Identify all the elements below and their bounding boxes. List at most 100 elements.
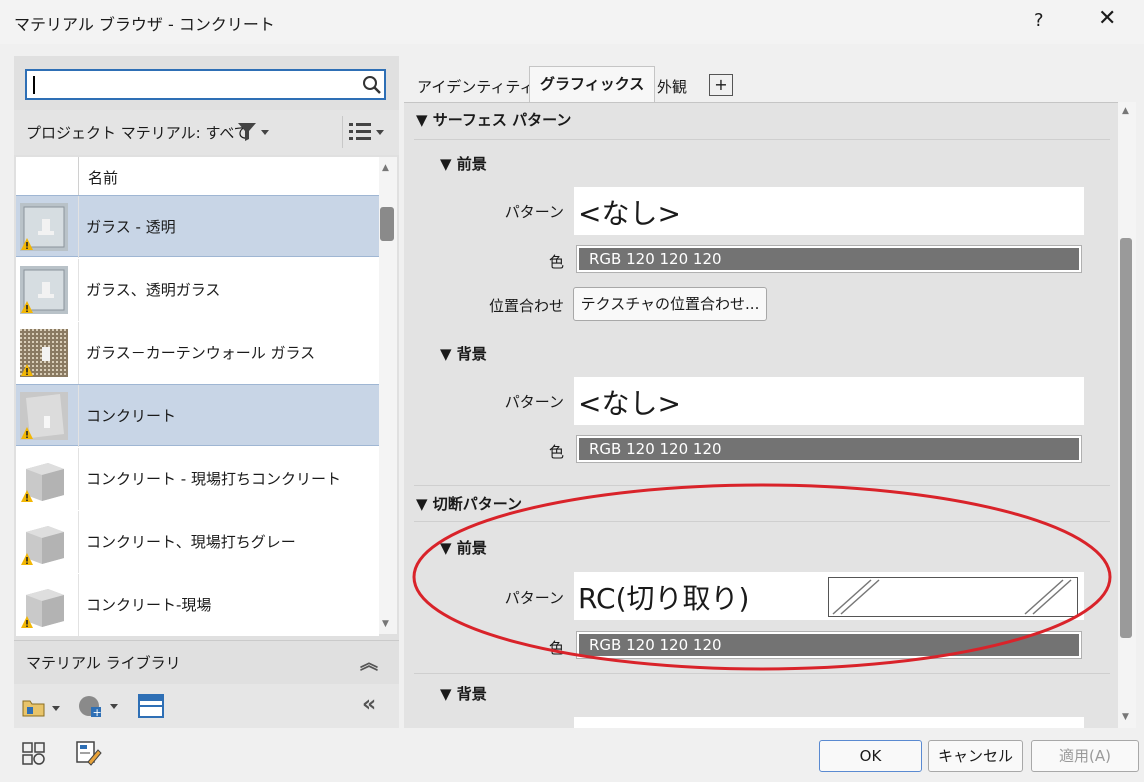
surface-fg-align-label: 位置合わせ	[488, 297, 564, 315]
material-settings-icon[interactable]	[22, 742, 46, 766]
cut-fg-color-label: 色	[548, 639, 564, 657]
concrete-cube-thumbnail	[20, 518, 68, 566]
column-divider	[78, 322, 79, 384]
list-item[interactable]: ガラス－カーテンウォール ガラス	[16, 321, 379, 384]
surface-background-title: 背景	[456, 345, 487, 363]
tab-graphics[interactable]: グラフィックス	[529, 66, 656, 104]
cut-background-section[interactable]: ▼ 背景	[440, 683, 487, 704]
glass-chair-thumbnail	[20, 266, 68, 314]
search-input[interactable]	[25, 69, 386, 100]
cut-foreground-section[interactable]: ▼ 前景	[440, 537, 487, 558]
cut-pattern-title: 切断パターン	[432, 495, 523, 513]
view-options-button[interactable]	[342, 116, 387, 148]
name-column-header[interactable]: 名前	[88, 167, 118, 188]
search-icon[interactable]	[361, 74, 383, 96]
svg-text:+: +	[93, 706, 102, 719]
filter-bar: プロジェクト マテリアル: すべて	[14, 110, 399, 155]
divider	[414, 673, 1110, 674]
list-item[interactable]: ガラス、透明ガラス	[16, 258, 379, 321]
concrete-cube-thumbnail	[20, 455, 68, 503]
apply-button[interactable]: 適用(A)	[1031, 740, 1139, 772]
help-button[interactable]: ?	[1034, 10, 1044, 31]
divider	[414, 521, 1110, 522]
surface-background-section[interactable]: ▼ 背景	[440, 343, 487, 364]
surface-foreground-title: 前景	[456, 155, 487, 173]
cut-fg-pattern-field[interactable]: RC(切り取り)	[574, 572, 1084, 620]
chevron-double-left-icon[interactable]: «	[362, 692, 376, 717]
cut-pattern-section[interactable]: ▼ 切断パターン	[416, 493, 522, 514]
surface-fg-color-swatch[interactable]: RGB 120 120 120	[576, 245, 1082, 273]
cancel-button[interactable]: キャンセル	[928, 740, 1023, 772]
column-divider	[78, 574, 79, 636]
list-item-label: ガラス－カーテンウォール ガラス	[86, 344, 316, 362]
properties-scroll-thumb[interactable]	[1120, 238, 1132, 638]
scroll-up-icon[interactable]: ▲	[382, 163, 389, 173]
surface-pattern-title: サーフェス パターン	[432, 111, 572, 129]
material-list: 名前 ガラス - 透明 ガラス、透明ガラス ガラス－カーテンウォール ガラス コンクリ…	[16, 157, 379, 636]
properties-scrollbar[interactable]: ▲ ▼	[1118, 102, 1136, 728]
column-divider	[78, 196, 79, 258]
warning-icon	[20, 489, 34, 503]
list-item[interactable]: コンクリート-現場	[16, 573, 379, 636]
list-scroll-thumb[interactable]	[380, 207, 394, 241]
surface-pattern-section[interactable]: ▼ サーフェス パターン	[416, 109, 571, 130]
texture-alignment-button[interactable]: テクスチャの位置合わせ...	[573, 287, 767, 321]
list-view-icon	[349, 123, 384, 140]
list-item-label: コンクリート - 現場打ちコンクリート	[86, 470, 341, 488]
list-item[interactable]: コンクリート	[16, 384, 379, 447]
surface-bg-pattern-value: <なし>	[578, 387, 681, 420]
warning-icon	[20, 363, 34, 377]
warning-icon	[20, 615, 34, 629]
surface-bg-color-swatch[interactable]: RGB 120 120 120	[576, 435, 1082, 463]
cut-fg-pattern-label: パターン	[504, 589, 564, 607]
list-item[interactable]: コンクリート、現場打ちグレー	[16, 510, 379, 573]
surface-foreground-section[interactable]: ▼ 前景	[440, 153, 487, 174]
chevron-double-up-icon[interactable]: ︽	[360, 649, 378, 675]
bottom-bar: OK キャンセル 適用(A)	[0, 728, 1144, 782]
surface-fg-pattern-field[interactable]: <なし>	[574, 187, 1084, 235]
column-divider	[78, 157, 79, 195]
cut-background-title: 背景	[456, 685, 487, 703]
concrete-cube-thumbnail	[20, 581, 68, 629]
filter-icon[interactable]	[237, 122, 271, 142]
column-divider	[78, 511, 79, 573]
open-library-icon[interactable]	[22, 696, 62, 718]
scroll-down-icon[interactable]: ▼	[382, 619, 389, 629]
column-divider	[78, 259, 79, 321]
add-tab-button[interactable]: +	[709, 74, 733, 96]
tab-appearance[interactable]: 外観	[647, 70, 697, 102]
concrete-wall-thumbnail	[20, 392, 68, 440]
list-item-label: ガラス、透明ガラス	[86, 281, 221, 299]
scroll-up-icon[interactable]: ▲	[1122, 106, 1129, 116]
cut-fg-color-value: RGB 120 120 120	[589, 636, 722, 654]
column-divider	[78, 385, 79, 447]
tab-identity[interactable]: アイデンティティ	[407, 70, 544, 102]
create-material-icon[interactable]: +	[78, 694, 122, 720]
scroll-down-icon[interactable]: ▼	[1122, 712, 1129, 722]
surface-bg-pattern-field[interactable]: <なし>	[574, 377, 1084, 425]
material-library-header[interactable]: マテリアル ライブラリ ︽	[14, 640, 399, 683]
list-item-label: コンクリート、現場打ちグレー	[86, 533, 296, 551]
ok-button[interactable]: OK	[819, 740, 922, 772]
warning-icon	[20, 300, 34, 314]
material-library-label: マテリアル ライブラリ	[26, 654, 181, 672]
divider	[414, 485, 1110, 486]
list-item[interactable]: ガラス - 透明	[16, 195, 379, 258]
surface-fg-color-label: 色	[548, 253, 564, 271]
curtain-wall-thumbnail	[20, 329, 68, 377]
cut-fg-color-swatch[interactable]: RGB 120 120 120	[576, 631, 1082, 659]
surface-bg-color-value: RGB 120 120 120	[589, 440, 722, 458]
edit-material-icon[interactable]	[76, 740, 102, 766]
editor-panel-icon[interactable]	[138, 694, 164, 718]
column-divider	[78, 448, 79, 510]
list-item[interactable]: コンクリート - 現場打ちコンクリート	[16, 447, 379, 510]
list-item-label: コンクリート	[86, 407, 177, 425]
list-scrollbar[interactable]: ▲ ▼	[379, 157, 397, 634]
graphics-properties: ▼ サーフェス パターン ▼ 前景 パターン <なし> 色 RGB 120 12…	[404, 102, 1118, 729]
window-title: マテリアル ブラウザ - コンクリート	[14, 15, 275, 34]
library-toolbar: + «	[14, 684, 399, 728]
surface-bg-pattern-label: パターン	[504, 393, 564, 411]
close-button[interactable]: ✕	[1098, 6, 1116, 31]
title-bar: マテリアル ブラウザ - コンクリート ? ✕	[0, 0, 1144, 44]
filter-label: プロジェクト マテリアル: すべて	[26, 124, 249, 142]
